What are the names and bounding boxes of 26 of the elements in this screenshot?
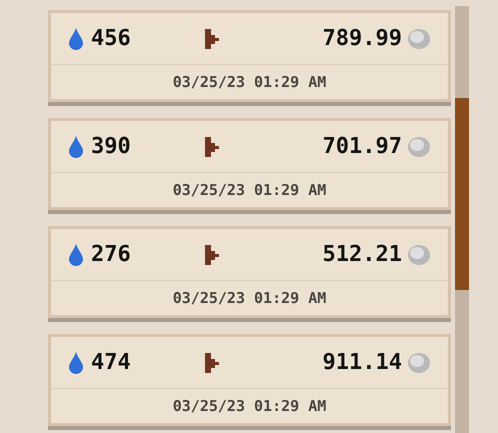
amount: 390 — [91, 133, 131, 161]
amount: 456 — [91, 25, 131, 53]
price: 789.99 — [322, 25, 402, 53]
water-drop-icon — [69, 136, 83, 158]
timestamp: 03/25/23 01:29 AM — [172, 180, 326, 201]
arrow-icon — [204, 28, 219, 48]
water-drop-icon — [69, 352, 83, 374]
scrollbar-thumb[interactable] — [455, 98, 469, 290]
price: 701.97 — [322, 133, 402, 161]
water-drop-icon — [69, 244, 83, 266]
scrollbar-track[interactable] — [455, 6, 469, 433]
amount: 276 — [91, 241, 131, 269]
price: 911.14 — [322, 349, 402, 377]
amount: 474 — [91, 349, 131, 377]
stone-icon — [408, 244, 430, 264]
arrow-icon — [204, 136, 219, 156]
stone-icon — [408, 352, 430, 372]
stone-icon — [408, 136, 430, 156]
arrow-icon — [204, 244, 219, 264]
timestamp: 03/25/23 01:29 AM — [172, 72, 326, 93]
timestamp: 03/25/23 01:29 AM — [172, 396, 326, 417]
water-drop-icon — [69, 28, 83, 50]
stone-icon — [408, 28, 430, 48]
timestamp: 03/25/23 01:29 AM — [172, 288, 326, 309]
arrow-icon — [204, 352, 219, 372]
price: 512.21 — [322, 241, 402, 269]
